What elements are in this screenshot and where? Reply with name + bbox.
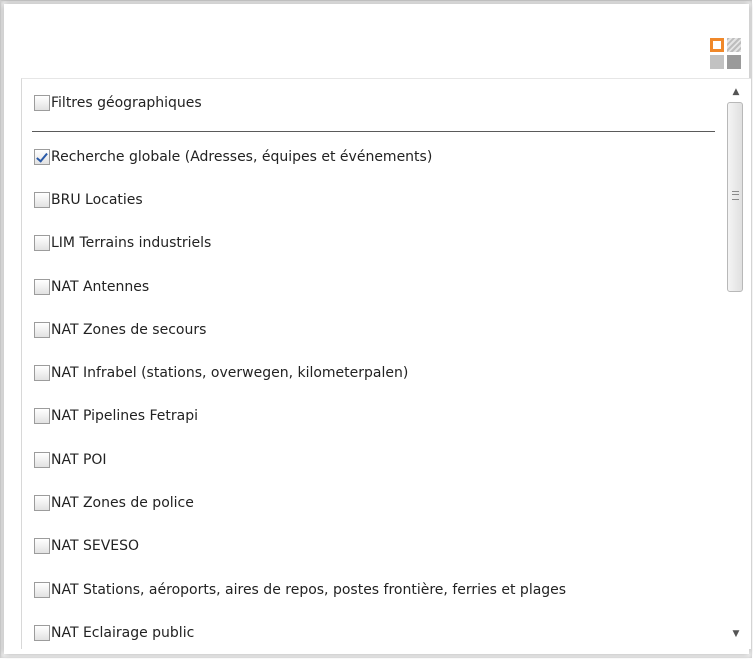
filter-item[interactable]: NAT Zones de secours — [34, 318, 206, 342]
filter-list: Filtres géographiques Recherche globale … — [21, 78, 751, 649]
checkbox[interactable] — [34, 452, 50, 468]
layout-cell-hatched — [727, 38, 741, 52]
filter-item[interactable]: NAT Infrabel (stations, overwegen, kilom… — [34, 361, 408, 385]
vertical-scrollbar[interactable]: ▲ ▼ — [726, 79, 746, 649]
layout-cell-dark — [727, 55, 741, 69]
scroll-up-arrow-icon[interactable]: ▲ — [726, 81, 746, 103]
checkbox[interactable] — [34, 322, 50, 338]
layout-cell-light — [710, 55, 724, 69]
filter-item[interactable]: NAT SEVESO — [34, 534, 139, 558]
checkbox[interactable] — [34, 408, 50, 424]
filter-item[interactable]: LIM Terrains industriels — [34, 231, 211, 255]
checkbox[interactable] — [34, 235, 50, 251]
checkbox[interactable] — [34, 582, 50, 598]
filter-item-label: BRU Locaties — [51, 192, 143, 208]
scroll-thumb[interactable] — [727, 102, 743, 292]
filter-item-label: Recherche globale (Adresses, équipes et … — [51, 149, 433, 165]
filter-item-label: LIM Terrains industriels — [51, 235, 212, 251]
scroll-down-arrow-icon[interactable]: ▼ — [726, 623, 746, 645]
filter-panel: Filtres géographiques Recherche globale … — [4, 4, 751, 654]
checkbox[interactable] — [34, 279, 50, 295]
layout-grid-icon[interactable] — [707, 35, 745, 73]
filter-item[interactable]: NAT Zones de police — [34, 491, 194, 515]
filter-item-label: NAT Pipelines Fetrapi — [51, 408, 198, 424]
grip-icon — [732, 191, 739, 200]
layout-cell-active — [710, 38, 724, 52]
filter-item-label: NAT Eclairage public — [51, 625, 195, 641]
filter-item-label: NAT Infrabel (stations, overwegen, kilom… — [51, 365, 409, 381]
filter-item[interactable]: NAT Pipelines Fetrapi — [34, 404, 198, 428]
checkbox[interactable] — [34, 495, 50, 511]
filter-item[interactable]: NAT Stations, aéroports, aires de repos,… — [34, 578, 566, 602]
filter-item-label: NAT POI — [51, 452, 107, 468]
filter-item-label: NAT Antennes — [51, 279, 150, 295]
divider — [32, 131, 715, 132]
filter-item-label: NAT SEVESO — [51, 538, 140, 554]
checkbox[interactable] — [34, 625, 50, 641]
filter-item[interactable]: NAT POI — [34, 448, 107, 472]
filter-item-geographic[interactable]: Filtres géographiques — [34, 91, 202, 115]
filter-item-label: NAT Zones de secours — [51, 322, 207, 338]
filter-item-label: NAT Zones de police — [51, 495, 194, 511]
filter-item-label: NAT Stations, aéroports, aires de repos,… — [51, 582, 567, 598]
checkbox[interactable] — [34, 95, 50, 111]
filter-item-label: Filtres géographiques — [51, 95, 202, 111]
filter-item[interactable]: Recherche globale (Adresses, équipes et … — [34, 145, 432, 169]
filter-item[interactable]: BRU Locaties — [34, 188, 143, 212]
checkbox[interactable] — [34, 538, 50, 554]
filter-item[interactable]: NAT Eclairage public — [34, 621, 194, 645]
window-frame: Filtres géographiques Recherche globale … — [0, 0, 752, 658]
checkbox[interactable] — [34, 365, 50, 381]
checkbox[interactable] — [34, 192, 50, 208]
filter-item[interactable]: NAT Antennes — [34, 275, 149, 299]
checkbox-checked[interactable] — [34, 149, 50, 165]
